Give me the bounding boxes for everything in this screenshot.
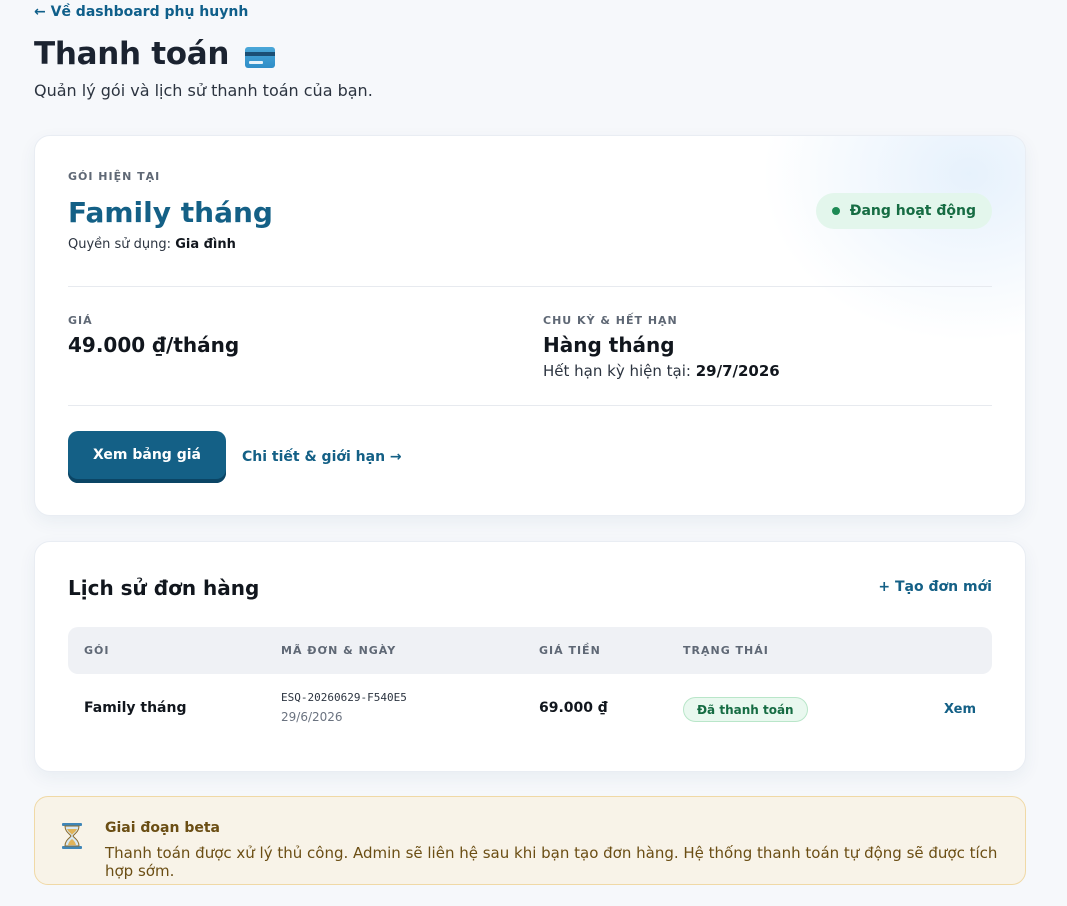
row-order-date: 29/6/2026 xyxy=(281,710,343,724)
beta-text: Thanh toán được xử lý thủ công. Admin sẽ… xyxy=(105,844,998,880)
page-title: Thanh toán xyxy=(34,36,276,72)
hourglass-icon xyxy=(62,823,82,849)
paid-status-badge: Đã thanh toán xyxy=(683,697,808,722)
price-value: 49.000 ₫/tháng xyxy=(68,333,240,357)
beta-notice: Giai đoạn beta Thanh toán được xử lý thủ… xyxy=(34,796,1026,885)
divider xyxy=(68,286,992,287)
view-order-link[interactable]: Xem xyxy=(944,702,976,717)
beta-title: Giai đoạn beta xyxy=(105,820,220,836)
row-plan: Family tháng xyxy=(84,700,187,716)
column-header-status: TRẠNG THÁI xyxy=(683,644,769,657)
current-plan-label: GÓI HIỆN TẠI xyxy=(68,170,161,183)
status-badge-label: Đang hoạt động xyxy=(849,203,976,219)
status-dot-icon xyxy=(831,207,840,215)
create-order-link[interactable]: + Tạo đơn mới xyxy=(878,579,992,595)
order-history-title: Lịch sử đơn hàng xyxy=(68,576,260,600)
current-plan-card: GÓI HIỆN TẠI Family tháng Quyền sử dụng:… xyxy=(34,135,1026,516)
table-row: Family tháng ESQ-20260629-F540E5 29/6/20… xyxy=(68,674,992,744)
expiry-label: Hết hạn kỳ hiện tại: xyxy=(543,362,691,380)
status-badge: Đang hoạt động xyxy=(815,193,992,229)
divider xyxy=(68,405,992,406)
expiry-value: 29/7/2026 xyxy=(695,362,780,380)
cycle-value: Hàng tháng xyxy=(543,333,675,357)
decorative-glow xyxy=(745,136,1025,356)
column-header-order-code: MÃ ĐƠN & NGÀY xyxy=(281,644,397,657)
credit-card-icon xyxy=(245,46,276,68)
page-subtitle: Quản lý gói và lịch sử thanh toán của bạ… xyxy=(34,81,373,100)
back-to-dashboard-link[interactable]: ← Về dashboard phụ huynh xyxy=(34,4,248,20)
row-price: 69.000 ₫ xyxy=(539,700,608,716)
view-pricing-button[interactable]: Xem bảng giá xyxy=(68,431,226,483)
details-limits-link[interactable]: Chi tiết & giới hạn → xyxy=(242,449,402,465)
rights-label: Quyền sử dụng: xyxy=(68,237,172,252)
rights-value: Gia đình xyxy=(175,237,236,252)
column-header-plan: GÓI xyxy=(84,644,110,657)
column-header-price: GIÁ TIỀN xyxy=(539,644,601,657)
plan-name: Family tháng xyxy=(68,196,273,229)
order-history-card: Lịch sử đơn hàng + Tạo đơn mới GÓI MÃ ĐƠ… xyxy=(34,541,1026,772)
price-label: GIÁ xyxy=(68,314,93,327)
cycle-label: CHU KỲ & HẾT HẠN xyxy=(543,314,678,327)
expiry-info: Hết hạn kỳ hiện tại: 29/7/2026 xyxy=(543,362,780,380)
page-title-text: Thanh toán xyxy=(34,36,230,72)
table-header: GÓI MÃ ĐƠN & NGÀY GIÁ TIỀN TRẠNG THÁI xyxy=(68,627,992,674)
plan-rights: Quyền sử dụng: Gia đình xyxy=(68,237,236,252)
row-order-code: ESQ-20260629-F540E5 xyxy=(281,691,407,704)
